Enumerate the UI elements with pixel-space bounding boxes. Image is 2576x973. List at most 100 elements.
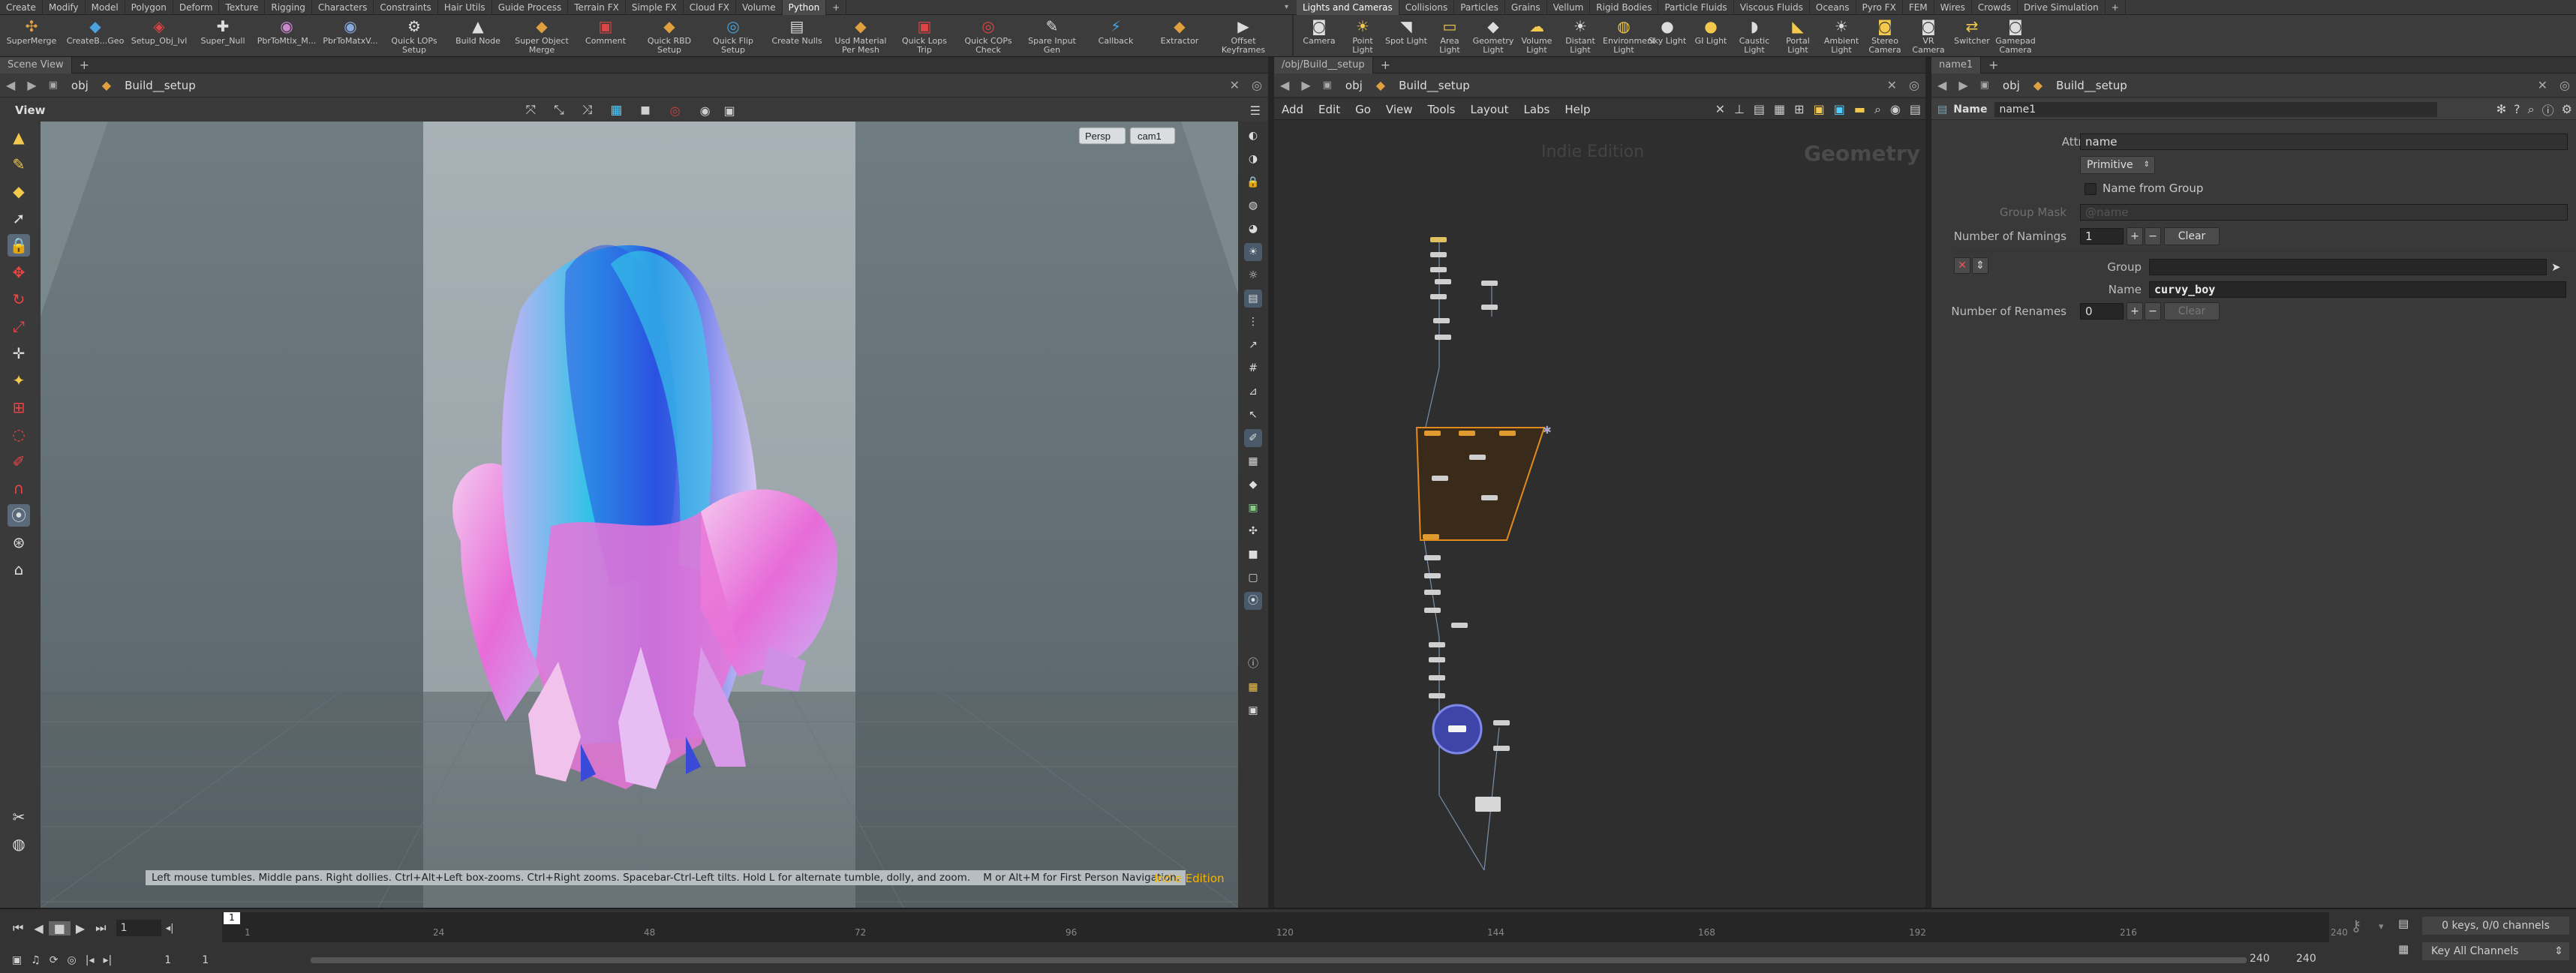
- wire-style-icon[interactable]: ⊞: [1790, 102, 1808, 116]
- shelf-tab-characters[interactable]: Characters: [312, 0, 374, 15]
- shading-icon[interactable]: ◕: [1244, 220, 1262, 238]
- shelf-tool-extractor[interactable]: ◆ Extractor: [1150, 18, 1210, 46]
- brush-icon[interactable]: ✎: [8, 153, 30, 176]
- camera-menu[interactable]: cam1: [1129, 127, 1176, 145]
- shelf-tool-spot-light[interactable]: ◥ Spot Light: [1385, 18, 1427, 46]
- lock-camera-icon[interactable]: 🔒: [1244, 173, 1262, 191]
- class-dropdown[interactable]: Primitive ⇕: [2080, 156, 2155, 174]
- name-field[interactable]: curvy_boy: [2149, 281, 2566, 298]
- node-name-field[interactable]: name1: [1994, 101, 2438, 117]
- pin-icon[interactable]: ✕: [1881, 78, 1903, 92]
- select-arrow-icon[interactable]: ➚: [8, 207, 30, 230]
- list-icon[interactable]: ▤: [1749, 102, 1769, 116]
- uv-icon[interactable]: ⊿: [1244, 383, 1262, 401]
- lighting-icon[interactable]: ◍: [1244, 197, 1262, 215]
- pane-splitter[interactable]: [1268, 57, 1274, 908]
- jump-start-icon[interactable]: ⏮: [8, 920, 29, 935]
- display-icon[interactable]: ▦: [610, 103, 622, 118]
- network-node[interactable]: [1481, 495, 1498, 500]
- reorder-instance-button[interactable]: ⇕: [1972, 257, 1988, 274]
- shelf-tab-constraints[interactable]: Constraints: [374, 0, 438, 15]
- network-node[interactable]: [1424, 590, 1441, 595]
- shelf-tab-drive-simulation[interactable]: Drive Simulation: [2018, 0, 2106, 15]
- selected-network-box[interactable]: [1415, 427, 1546, 541]
- network-node[interactable]: [1493, 720, 1510, 725]
- range-next-icon[interactable]: ▸|: [99, 954, 117, 966]
- shelf-tab-texture[interactable]: Texture: [219, 0, 266, 15]
- network-node[interactable]: [1424, 555, 1441, 560]
- gear-icon[interactable]: ✻: [2493, 102, 2510, 116]
- menu-add[interactable]: Add: [1274, 103, 1311, 116]
- tree-icon[interactable]: ⊥: [1730, 102, 1749, 116]
- shelf-tool-comment[interactable]: ▣ Comment: [576, 18, 636, 46]
- tab-scene-view[interactable]: Scene View: [0, 56, 72, 74]
- pivot-icon[interactable]: ✛: [8, 342, 30, 365]
- network-node[interactable]: [1459, 431, 1475, 436]
- add-tab-icon[interactable]: +: [72, 58, 97, 72]
- shelf-tab-terrain-fx[interactable]: Terrain FX: [568, 0, 626, 15]
- shelf-tool-switcher[interactable]: ⇄ Switcher: [1951, 18, 1993, 46]
- range-start-field[interactable]: 1: [164, 954, 202, 966]
- shelf-tool-create-nulls[interactable]: ▤ Create Nulls: [767, 18, 827, 46]
- move-icon[interactable]: ✥: [8, 261, 30, 284]
- shelf-tool-spare-input-gen[interactable]: ✎ Spare Input Gen: [1022, 18, 1082, 55]
- network-node[interactable]: [1430, 294, 1447, 299]
- network-node[interactable]: [1430, 252, 1447, 257]
- shelf-tool-build-node[interactable]: ▲ Build Node: [448, 18, 508, 46]
- group-select-icon[interactable]: ➤: [2551, 260, 2561, 274]
- sticky-icon[interactable]: ▣: [1809, 102, 1829, 116]
- tab-params[interactable]: name1: [1931, 56, 1982, 74]
- clear-renames-button[interactable]: Clear: [2164, 302, 2220, 320]
- back-arrow-icon[interactable]: ◀: [1274, 78, 1295, 92]
- link-icon[interactable]: ◎: [1246, 78, 1268, 92]
- network-node[interactable]: [1429, 657, 1445, 662]
- grid-view-icon[interactable]: ▦: [1769, 102, 1790, 116]
- snapshot-view-icon[interactable]: ▣: [1244, 701, 1262, 719]
- link-icon[interactable]: ◎: [1903, 78, 1925, 92]
- range-prev-icon[interactable]: |◂: [81, 954, 99, 966]
- layout-icon[interactable]: ▦: [1244, 678, 1262, 696]
- lock-icon[interactable]: 🔒: [8, 234, 30, 257]
- shelf-menu-icon[interactable]: ▾: [1285, 0, 1297, 15]
- record-icon[interactable]: ◎: [670, 104, 681, 118]
- handle-icon[interactable]: ▲: [8, 126, 30, 149]
- forward-arrow-icon[interactable]: ▶: [21, 78, 42, 92]
- sculpt-icon[interactable]: ◆: [8, 180, 30, 203]
- lasso-icon[interactable]: ◌: [8, 423, 30, 446]
- shelf-tool-vr-camera[interactable]: ◙ VR Camera: [1907, 18, 1949, 55]
- network-node[interactable]: [1469, 455, 1486, 460]
- network-node[interactable]: [1423, 534, 1439, 539]
- xray-icon[interactable]: ◆: [1244, 476, 1262, 494]
- back-arrow-icon[interactable]: ◀: [0, 78, 21, 92]
- name-from-group-checkbox[interactable]: [2085, 183, 2097, 195]
- playhead[interactable]: 1: [224, 912, 240, 924]
- shelf-tool-pbrtomatxv-[interactable]: ◉ PbrToMatxV...: [320, 18, 380, 46]
- pin-icon[interactable]: ✕: [1224, 78, 1246, 92]
- remove-rename-button[interactable]: −: [2145, 302, 2161, 320]
- path-obj[interactable]: obj: [1995, 79, 2027, 92]
- shelf-tab-crowds[interactable]: Crowds: [1972, 0, 2018, 15]
- normals-icon[interactable]: ↗: [1244, 336, 1262, 354]
- shelf-tool-quick-lops-trip[interactable]: ▣ Quick Lops Trip: [894, 18, 954, 55]
- shelf-tab-modify[interactable]: Modify: [43, 0, 86, 15]
- shelf-tool-quick-rbd-setup[interactable]: ◆ Quick RBD Setup: [639, 18, 699, 55]
- path-obj[interactable]: obj: [64, 79, 96, 92]
- shelf-tool-super-null[interactable]: ✚ Super_Null: [193, 18, 253, 46]
- range-end2-field[interactable]: 240: [2296, 953, 2316, 965]
- network-node[interactable]: [1424, 573, 1441, 578]
- visibility-icon[interactable]: ◑: [1244, 150, 1262, 168]
- shelf-tab-particles[interactable]: Particles: [1454, 0, 1505, 15]
- shelf-tool-quick-lops-setup[interactable]: ⚙ Quick LOPs Setup: [384, 18, 444, 55]
- background-icon[interactable]: ▤: [1244, 290, 1262, 308]
- key-all-channels-button[interactable]: Key All Channels ⇕: [2422, 942, 2569, 960]
- camera-icon[interactable]: ◉: [700, 104, 711, 118]
- jump-end-icon[interactable]: ⏭: [90, 920, 111, 935]
- shelf-tab-viscous-fluids[interactable]: Viscous Fluids: [1734, 0, 1810, 15]
- help-icon[interactable]: ?: [2510, 102, 2524, 116]
- hide-icon[interactable]: ▢: [1244, 569, 1262, 587]
- num-renames-field[interactable]: 0: [2080, 303, 2124, 320]
- range-start2-field[interactable]: 1: [202, 954, 232, 966]
- shelf-tool-distant-light[interactable]: ☀ Distant Light: [1559, 18, 1601, 55]
- shelf-tool-volume-light[interactable]: ☁ Volume Light: [1516, 18, 1558, 55]
- path-obj[interactable]: obj: [1338, 79, 1370, 92]
